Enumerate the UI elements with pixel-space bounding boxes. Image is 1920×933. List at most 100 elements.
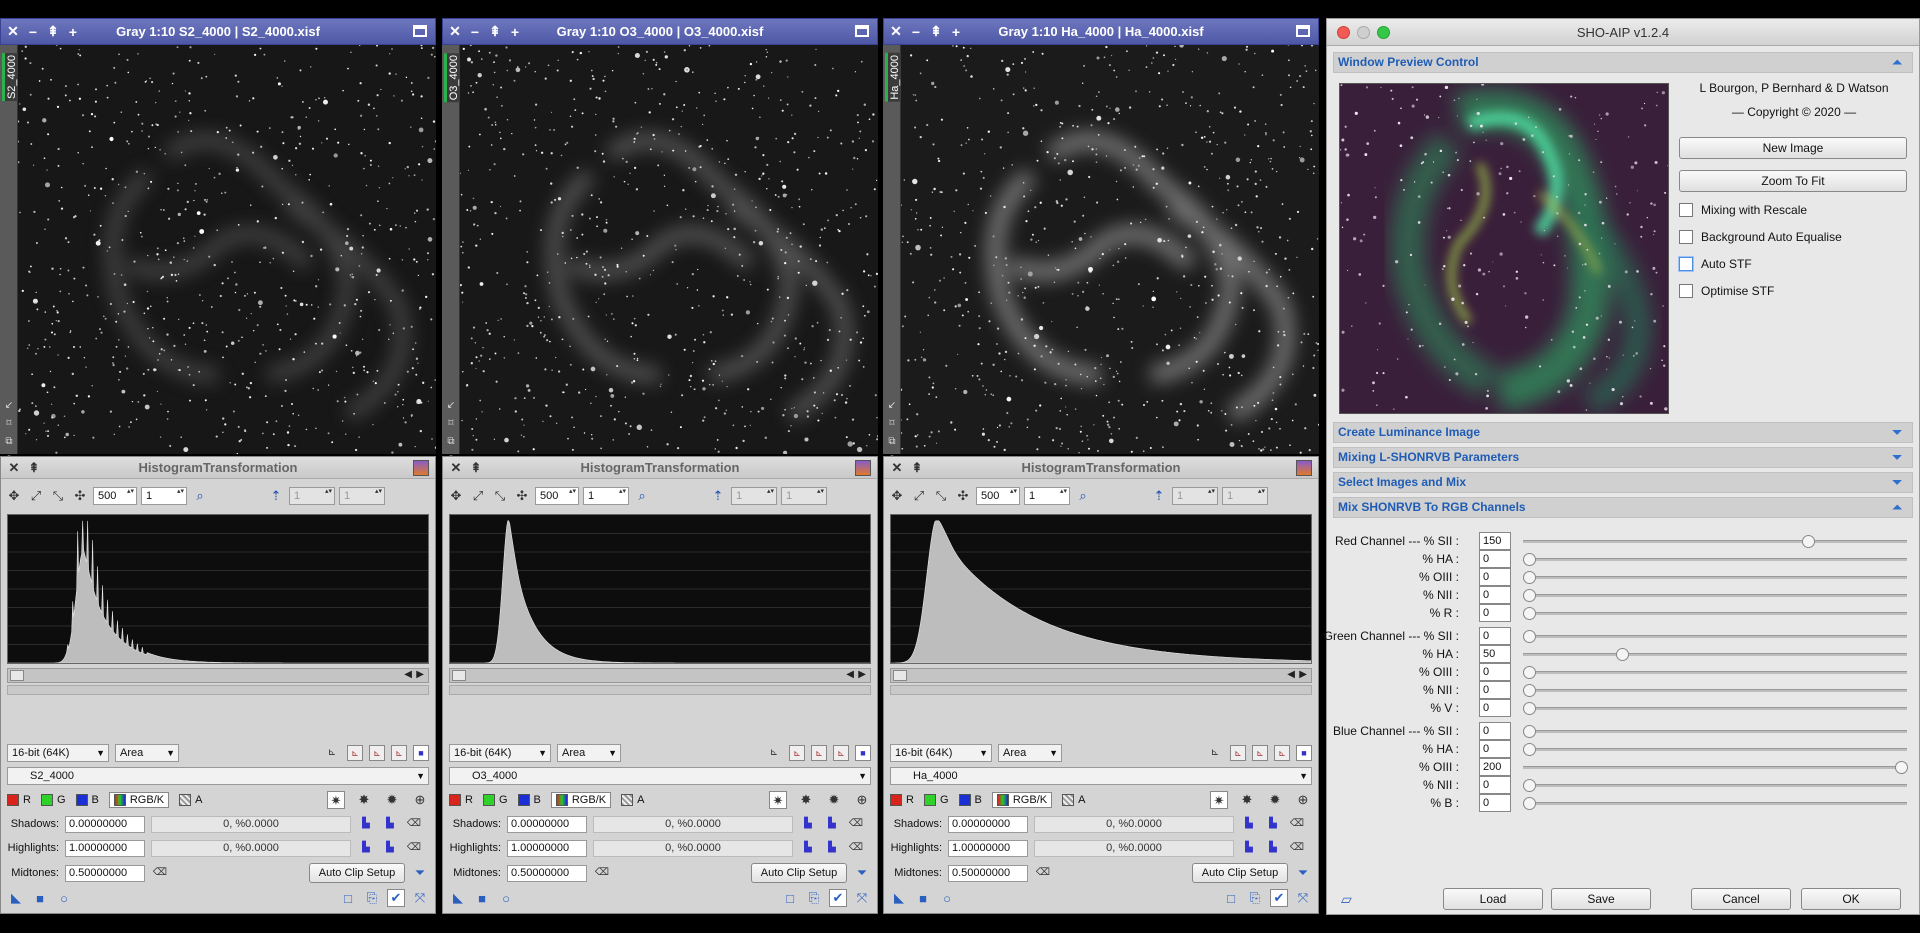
- ok-button[interactable]: OK: [1801, 888, 1901, 910]
- midtones-input[interactable]: 0.50000000: [507, 864, 587, 882]
- checkbox-box[interactable]: [1679, 230, 1693, 244]
- new-instance-icon[interactable]: ◣: [449, 890, 467, 906]
- section-window-preview[interactable]: Window Preview Control ⏶: [1333, 52, 1913, 73]
- curve-style-icon[interactable]: ⊾: [1252, 745, 1268, 761]
- collapse-icon[interactable]: ⏶: [1892, 53, 1902, 72]
- reset-icon[interactable]: ⌫: [1288, 815, 1306, 833]
- expand-icon[interactable]: ⏷: [1892, 423, 1902, 442]
- mix-slider-track[interactable]: [1523, 558, 1907, 561]
- section-select-images[interactable]: Select Images and Mix ⏷: [1333, 472, 1913, 493]
- scroll-left-icon[interactable]: ◀: [1287, 669, 1295, 680]
- reset-icon[interactable]: ⌫: [1034, 864, 1052, 882]
- reset-icon[interactable]: ⤧: [1294, 890, 1312, 906]
- mix-slider-track[interactable]: [1523, 766, 1907, 769]
- iconify-icon[interactable]: [413, 25, 427, 37]
- mix-slider-track[interactable]: [1523, 730, 1907, 733]
- curve-style-icon[interactable]: ⊾: [833, 745, 849, 761]
- clip-icon[interactable]: ▙: [381, 815, 399, 833]
- preview-icon[interactable]: ⧉: [445, 436, 457, 448]
- scroll-right-icon[interactable]: ▶: [1299, 669, 1307, 680]
- zoom-window-button[interactable]: [1377, 26, 1390, 39]
- crosshair-icon[interactable]: ⊕: [853, 791, 871, 809]
- mix-value-input[interactable]: 0: [1479, 722, 1511, 740]
- expand-icon[interactable]: ⏷: [1892, 448, 1902, 467]
- histogram-title-bar[interactable]: ✕ ⇞ HistogramTransformation: [443, 457, 877, 479]
- curve-style-icon[interactable]: ■: [855, 745, 871, 761]
- gear-icon[interactable]: ✸: [797, 791, 815, 809]
- histogram-plot[interactable]: [890, 514, 1312, 664]
- channel-b[interactable]: B: [75, 794, 99, 807]
- apply-icon[interactable]: ✔: [387, 889, 405, 907]
- mix-slider-handle[interactable]: [1895, 761, 1908, 774]
- mix-slider-track[interactable]: [1523, 802, 1907, 805]
- channel-g[interactable]: G: [923, 794, 949, 807]
- mix-slider-handle[interactable]: [1523, 589, 1536, 602]
- mixing-with-rescale-checkbox[interactable]: Mixing with Rescale: [1679, 203, 1807, 217]
- close-icon[interactable]: ✕: [888, 23, 904, 40]
- mix-slider-handle[interactable]: [1523, 779, 1536, 792]
- zoom-out-icon[interactable]: ⤡: [49, 487, 67, 505]
- expand-icon[interactable]: ⏷: [411, 865, 429, 881]
- new-instance-icon[interactable]: ▱: [1341, 891, 1352, 908]
- mix-value-input[interactable]: 0: [1479, 776, 1511, 794]
- curve-style-icon[interactable]: ⊾: [369, 745, 385, 761]
- histogram-scrollbar[interactable]: ◀ ▶: [890, 668, 1312, 683]
- log-icon[interactable]: ⊾: [323, 744, 341, 762]
- pan-icon[interactable]: ✣: [954, 487, 972, 505]
- image-title-bar[interactable]: ✕ − ⇞ + Gray 1:10 O3_4000 | O3_4000.xisf: [442, 18, 878, 45]
- scroll-left-icon[interactable]: ◀: [404, 669, 412, 680]
- browse-icon[interactable]: ⎘: [363, 890, 381, 906]
- iconify-icon[interactable]: [855, 25, 869, 37]
- expand-icon[interactable]: ⏷: [1294, 865, 1312, 881]
- curve-style-icon[interactable]: ⊾: [347, 745, 363, 761]
- close-window-button[interactable]: [1337, 26, 1350, 39]
- bit-depth-select[interactable]: 16-bit (64K): [449, 744, 551, 762]
- mix-slider-track[interactable]: [1523, 612, 1907, 615]
- mask-icon[interactable]: ⌑: [445, 418, 457, 430]
- log-icon[interactable]: ⊾: [1206, 744, 1224, 762]
- iconify-icon[interactable]: [1296, 25, 1310, 37]
- mix-slider-handle[interactable]: [1523, 571, 1536, 584]
- close-icon[interactable]: ✕: [447, 23, 463, 40]
- clip-icon[interactable]: ▙: [1240, 839, 1258, 857]
- mix-slider-handle[interactable]: [1523, 607, 1536, 620]
- minimize-icon[interactable]: −: [908, 24, 924, 40]
- mix-slider-track[interactable]: [1523, 671, 1907, 674]
- histogram-scrollbar[interactable]: ◀ ▶: [449, 668, 871, 683]
- move-icon[interactable]: ✥: [888, 487, 906, 505]
- mix-slider-handle[interactable]: [1523, 797, 1536, 810]
- mix-value-input[interactable]: 0: [1479, 794, 1511, 812]
- apply-global-icon[interactable]: ■: [914, 891, 932, 906]
- apply-global-icon[interactable]: ■: [31, 891, 49, 906]
- gear-icon[interactable]: ✸: [355, 791, 373, 809]
- mix-slider-handle[interactable]: [1523, 743, 1536, 756]
- scroll-thumb[interactable]: [893, 670, 907, 681]
- channel-b[interactable]: B: [958, 794, 982, 807]
- histogram-plot[interactable]: [7, 514, 429, 664]
- vertical-zoom-spinbox[interactable]: 1: [583, 487, 629, 505]
- mix-value-input[interactable]: 0: [1479, 627, 1511, 645]
- curve-style-icon[interactable]: ⊾: [1274, 745, 1290, 761]
- channel-a[interactable]: A: [621, 794, 644, 807]
- auto-clip-setup-button[interactable]: Auto Clip Setup: [1192, 863, 1288, 883]
- reset-icon[interactable]: ⤧: [853, 890, 871, 906]
- curve-style-icon[interactable]: ■: [1296, 745, 1312, 761]
- mix-slider-track[interactable]: [1523, 748, 1907, 751]
- auto-clip-setup-button[interactable]: Auto Clip Setup: [751, 863, 847, 883]
- mix-value-input[interactable]: 0: [1479, 699, 1511, 717]
- histogram-title-bar[interactable]: ✕ ⇞ HistogramTransformation: [884, 457, 1318, 479]
- settings-icon[interactable]: ✹: [825, 791, 843, 809]
- mix-slider-handle[interactable]: [1523, 725, 1536, 738]
- preview-icon[interactable]: ⧉: [3, 436, 15, 448]
- background-auto-equalise-checkbox[interactable]: Background Auto Equalise: [1679, 230, 1842, 244]
- reset-icon[interactable]: ⤧: [411, 890, 429, 906]
- clip-icon[interactable]: ▙: [1264, 839, 1282, 857]
- clip-icon[interactable]: ▙: [823, 815, 841, 833]
- mix-slider-track[interactable]: [1523, 689, 1907, 692]
- sort-icon[interactable]: ⇡: [709, 487, 727, 505]
- shade-icon[interactable]: ⇞: [487, 23, 503, 40]
- highlights-input[interactable]: 1.00000000: [948, 839, 1028, 857]
- nebula-image-canvas[interactable]: [18, 45, 436, 454]
- mix-slider-handle[interactable]: [1616, 648, 1629, 661]
- channel-rgbk[interactable]: RGB/K: [550, 791, 612, 809]
